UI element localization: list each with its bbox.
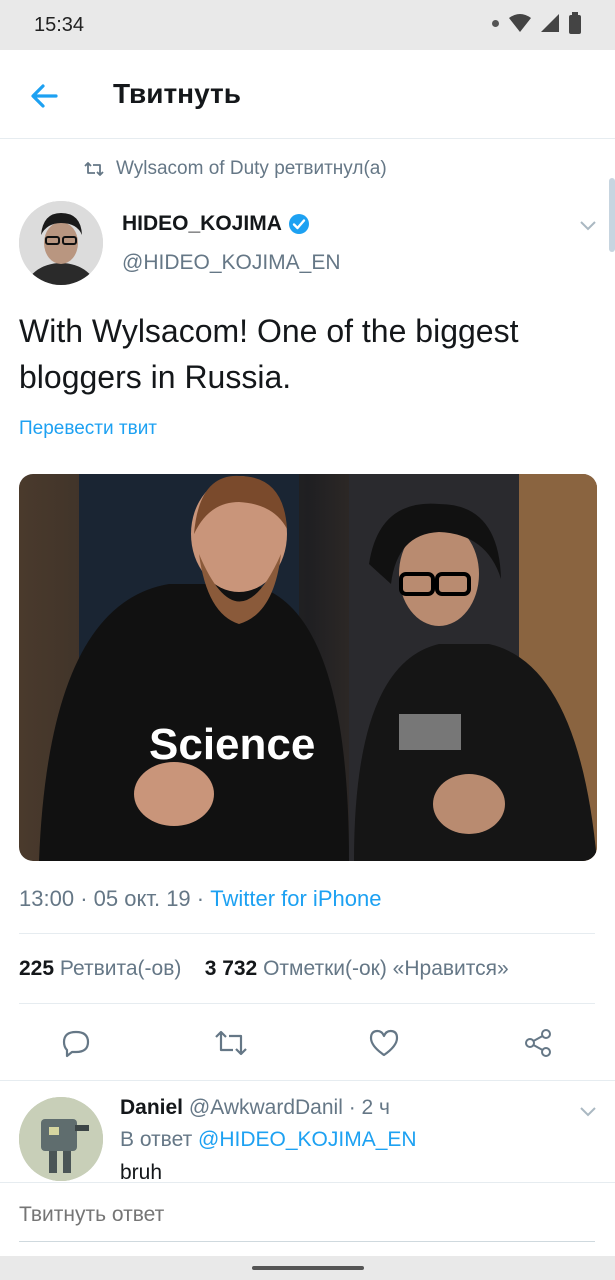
top-app-bar (0, 50, 615, 139)
likes-stat[interactable]: 3 732 Отметки(-ок) «Нравится» (205, 957, 509, 980)
retweet-icon (84, 162, 104, 176)
reply-menu-button[interactable] (577, 1100, 599, 1122)
divider (19, 933, 595, 934)
wifi-icon (509, 14, 531, 32)
avatar-image (19, 201, 103, 285)
tweet-actions (19, 1018, 595, 1068)
chevron-down-icon (580, 221, 596, 231)
like-count: 3 732 (204, 957, 258, 980)
tweet-text: With Wylsacom! One of the biggest blogge… (19, 313, 519, 395)
retweet-context[interactable]: Wylsacom of Duty ретвитнул(а) (84, 158, 387, 180)
reply-text: bruh (120, 1161, 163, 1183)
author-name: HIDEO_KOJIMA (122, 212, 282, 235)
in-reply-prefix: В ответ (120, 1128, 193, 1151)
photo-image: Science (19, 474, 597, 861)
reply-icon (62, 1030, 90, 1058)
divider (0, 1080, 615, 1081)
scroll-indicator (609, 178, 615, 252)
author-name-row[interactable]: HIDEO_KOJIMA (122, 212, 310, 236)
arrow-left-icon (31, 84, 58, 108)
page-title: Твитнуть (113, 78, 241, 109)
signal-icon (541, 14, 559, 32)
chevron-down-icon (580, 1107, 596, 1117)
tweet-meta: 13:00 · 05 окт. 19 · Twitter for iPhone (19, 886, 382, 911)
author-handle[interactable]: @HIDEO_KOJIMA_EN (122, 251, 341, 275)
retweet-context-text: Wylsacom of Duty ретвитнул(а) (116, 158, 387, 179)
reply-input[interactable] (19, 1203, 595, 1242)
share-icon (525, 1029, 551, 1057)
home-gesture-handle[interactable] (252, 1266, 364, 1270)
tweet-menu-button[interactable] (577, 214, 599, 236)
tweet-date: 05 окт. 19 (93, 886, 191, 911)
reply-time: 2 ч (361, 1096, 390, 1119)
author-avatar[interactable] (19, 201, 103, 285)
status-icons (492, 12, 581, 34)
share-button[interactable] (513, 1018, 563, 1068)
tweet-stats: 225 Ретвита(-ов) 3 732 Отметки(-ок) «Нра… (19, 957, 509, 981)
reply-author-name[interactable]: Daniel (120, 1096, 183, 1119)
reply-button[interactable] (51, 1018, 101, 1068)
retweets-stat[interactable]: 225 Ретвита(-ов) (19, 957, 181, 980)
reply-author-handle[interactable]: @AwkwardDanil (189, 1096, 343, 1119)
divider (19, 1003, 595, 1004)
retweet-icon (215, 1030, 247, 1056)
notification-dot-icon (492, 19, 499, 27)
back-button[interactable] (26, 80, 62, 112)
status-time: 15:34 (34, 14, 85, 36)
tweet-source-link[interactable]: Twitter for iPhone (210, 886, 381, 911)
retweet-button[interactable] (206, 1018, 256, 1068)
in-reply-handle-link[interactable]: @HIDEO_KOJIMA_EN (198, 1128, 417, 1151)
verified-badge-icon (288, 214, 309, 234)
tweet-photo[interactable]: Science (19, 474, 597, 861)
like-label: Отметки(-ок) «Нравится» (263, 957, 509, 980)
retweet-label: Ретвита(-ов) (59, 957, 182, 980)
reply-avatar[interactable] (19, 1097, 103, 1181)
like-button[interactable] (359, 1018, 409, 1068)
retweet-count: 225 (19, 957, 55, 980)
svg-text:Science: Science (149, 720, 315, 769)
reply-in-reply-to: В ответ @HIDEO_KOJIMA_EN (120, 1128, 417, 1152)
battery-icon (569, 12, 581, 34)
heart-icon (369, 1029, 399, 1057)
translate-tweet-link[interactable]: Перевести твит (19, 418, 157, 440)
avatar-image (19, 1097, 103, 1181)
reply-header: Daniel @AwkwardDanil · 2 ч (120, 1096, 390, 1119)
tweet-time: 13:00 (19, 886, 75, 911)
